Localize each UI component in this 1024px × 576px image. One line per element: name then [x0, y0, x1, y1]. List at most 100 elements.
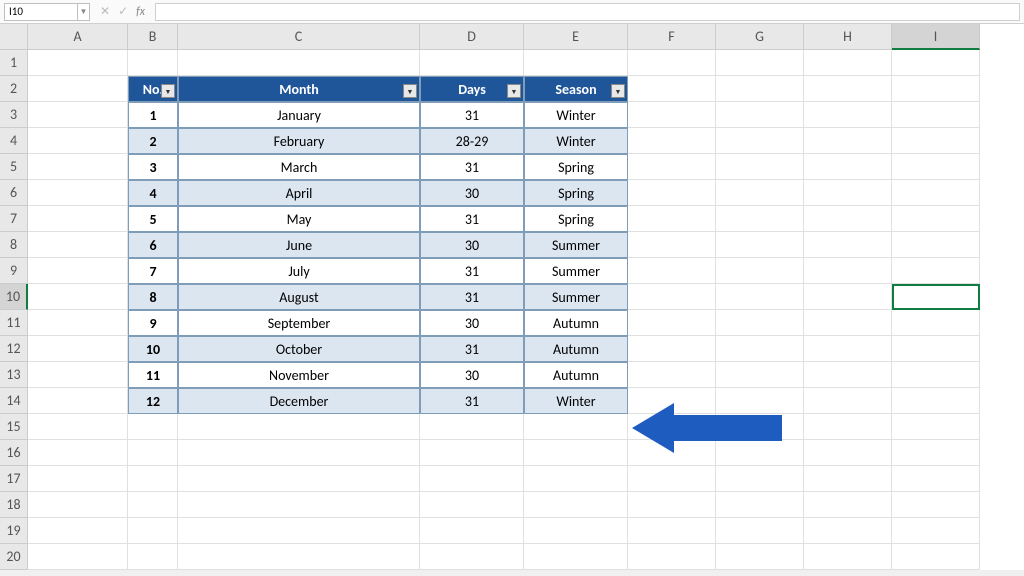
- cell-A17[interactable]: [28, 466, 128, 492]
- cell-E10[interactable]: Summer: [524, 284, 628, 310]
- cell-C5[interactable]: March: [178, 154, 420, 180]
- cell-A1[interactable]: [28, 50, 128, 76]
- cell-G12[interactable]: [716, 336, 804, 362]
- name-box[interactable]: I10: [4, 3, 78, 21]
- cell-B14[interactable]: 12: [128, 388, 178, 414]
- cell-F17[interactable]: [628, 466, 716, 492]
- cell-D5[interactable]: 31: [420, 154, 524, 180]
- cell-H11[interactable]: [804, 310, 892, 336]
- cell-D11[interactable]: 30: [420, 310, 524, 336]
- cell-H13[interactable]: [804, 362, 892, 388]
- cell-E5[interactable]: Spring: [524, 154, 628, 180]
- cell-G5[interactable]: [716, 154, 804, 180]
- cell-A6[interactable]: [28, 180, 128, 206]
- cell-I1[interactable]: [892, 50, 980, 76]
- cell-I15[interactable]: [892, 414, 980, 440]
- cell-E4[interactable]: Winter: [524, 128, 628, 154]
- cell-E7[interactable]: Spring: [524, 206, 628, 232]
- row-header-17[interactable]: 17: [0, 466, 28, 492]
- cell-G11[interactable]: [716, 310, 804, 336]
- cell-B5[interactable]: 3: [128, 154, 178, 180]
- cell-I2[interactable]: [892, 76, 980, 102]
- cell-D20[interactable]: [420, 544, 524, 570]
- cell-E6[interactable]: Spring: [524, 180, 628, 206]
- cell-C17[interactable]: [178, 466, 420, 492]
- row-header-5[interactable]: 5: [0, 154, 28, 180]
- filter-button-days[interactable]: ▼: [507, 84, 521, 98]
- cell-E11[interactable]: Autumn: [524, 310, 628, 336]
- cell-B9[interactable]: 7: [128, 258, 178, 284]
- cell-B20[interactable]: [128, 544, 178, 570]
- filter-button-no.[interactable]: ▼: [161, 84, 175, 98]
- cell-I12[interactable]: [892, 336, 980, 362]
- cell-H7[interactable]: [804, 206, 892, 232]
- cell-H17[interactable]: [804, 466, 892, 492]
- cell-B11[interactable]: 9: [128, 310, 178, 336]
- cell-E3[interactable]: Winter: [524, 102, 628, 128]
- cell-I9[interactable]: [892, 258, 980, 284]
- cell-A2[interactable]: [28, 76, 128, 102]
- cell-A8[interactable]: [28, 232, 128, 258]
- row-header-10[interactable]: 10: [0, 284, 28, 310]
- row-header-14[interactable]: 14: [0, 388, 28, 414]
- column-header-E[interactable]: E: [524, 24, 628, 50]
- cell-E20[interactable]: [524, 544, 628, 570]
- cell-G8[interactable]: [716, 232, 804, 258]
- cell-I16[interactable]: [892, 440, 980, 466]
- cell-F19[interactable]: [628, 518, 716, 544]
- cell-D2[interactable]: Days▼: [420, 76, 524, 102]
- cell-F9[interactable]: [628, 258, 716, 284]
- cell-H9[interactable]: [804, 258, 892, 284]
- column-header-C[interactable]: C: [178, 24, 420, 50]
- cell-I17[interactable]: [892, 466, 980, 492]
- cell-D10[interactable]: 31: [420, 284, 524, 310]
- cell-C12[interactable]: October: [178, 336, 420, 362]
- cell-I5[interactable]: [892, 154, 980, 180]
- cell-B8[interactable]: 6: [128, 232, 178, 258]
- column-header-I[interactable]: I: [892, 24, 980, 50]
- cell-E15[interactable]: [524, 414, 628, 440]
- cell-B2[interactable]: No.▼: [128, 76, 178, 102]
- spreadsheet-grid[interactable]: ABCDEFGHI12No.▼Month▼Days▼Season▼31Janua…: [0, 24, 1024, 570]
- cell-B12[interactable]: 10: [128, 336, 178, 362]
- cell-H10[interactable]: [804, 284, 892, 310]
- cell-A16[interactable]: [28, 440, 128, 466]
- cell-H5[interactable]: [804, 154, 892, 180]
- cell-H6[interactable]: [804, 180, 892, 206]
- cell-A19[interactable]: [28, 518, 128, 544]
- cell-C6[interactable]: April: [178, 180, 420, 206]
- cell-B16[interactable]: [128, 440, 178, 466]
- cell-I4[interactable]: [892, 128, 980, 154]
- cell-C8[interactable]: June: [178, 232, 420, 258]
- row-header-13[interactable]: 13: [0, 362, 28, 388]
- row-header-6[interactable]: 6: [0, 180, 28, 206]
- cell-G7[interactable]: [716, 206, 804, 232]
- name-box-dropdown[interactable]: ▼: [78, 3, 90, 21]
- cell-G6[interactable]: [716, 180, 804, 206]
- cell-G4[interactable]: [716, 128, 804, 154]
- cell-C4[interactable]: February: [178, 128, 420, 154]
- cell-E13[interactable]: Autumn: [524, 362, 628, 388]
- cell-B6[interactable]: 4: [128, 180, 178, 206]
- cell-B17[interactable]: [128, 466, 178, 492]
- cell-E17[interactable]: [524, 466, 628, 492]
- cell-I14[interactable]: [892, 388, 980, 414]
- cell-F12[interactable]: [628, 336, 716, 362]
- cell-E19[interactable]: [524, 518, 628, 544]
- cell-B7[interactable]: 5: [128, 206, 178, 232]
- cell-H18[interactable]: [804, 492, 892, 518]
- cell-G3[interactable]: [716, 102, 804, 128]
- row-header-7[interactable]: 7: [0, 206, 28, 232]
- cell-F11[interactable]: [628, 310, 716, 336]
- cell-F4[interactable]: [628, 128, 716, 154]
- cell-D4[interactable]: 28-29: [420, 128, 524, 154]
- cell-H4[interactable]: [804, 128, 892, 154]
- cell-C10[interactable]: August: [178, 284, 420, 310]
- cell-D16[interactable]: [420, 440, 524, 466]
- cell-D12[interactable]: 31: [420, 336, 524, 362]
- cell-H3[interactable]: [804, 102, 892, 128]
- row-header-8[interactable]: 8: [0, 232, 28, 258]
- cell-A5[interactable]: [28, 154, 128, 180]
- enter-icon[interactable]: ✓: [118, 4, 128, 19]
- row-header-18[interactable]: 18: [0, 492, 28, 518]
